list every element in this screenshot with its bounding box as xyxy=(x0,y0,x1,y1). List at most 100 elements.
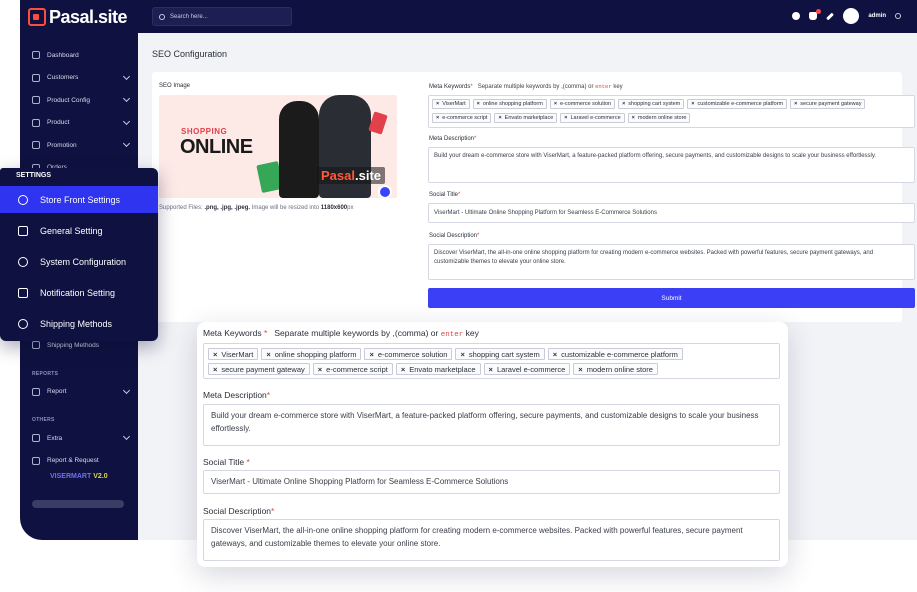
notification-bell-icon[interactable] xyxy=(809,9,822,20)
keyword-tag[interactable]: × e-commerce solution xyxy=(364,348,453,360)
box-icon xyxy=(32,96,40,105)
keyword-tag[interactable]: × online shopping platform xyxy=(261,348,362,360)
keyword-tag[interactable]: × Envato marketplace xyxy=(494,113,558,123)
social-description-label: Social Description* xyxy=(203,506,275,516)
keyword-tag[interactable]: × modern online store xyxy=(627,113,691,123)
users-icon xyxy=(32,73,40,82)
keyword-tag[interactable]: × ViserMart xyxy=(432,99,470,109)
sidebar-item-customers[interactable]: Customers xyxy=(20,67,138,90)
tools-icon xyxy=(18,256,28,267)
meta-keywords-label: Meta Keywords * Separate multiple keywor… xyxy=(203,328,479,339)
remove-tag-icon[interactable]: × xyxy=(460,350,464,359)
sidebar-item-label: Product xyxy=(47,119,70,127)
remove-tag-icon[interactable]: × xyxy=(213,350,217,359)
avatar[interactable] xyxy=(843,8,860,24)
remove-tag-icon[interactable]: × xyxy=(622,101,625,107)
remove-tag-icon[interactable]: × xyxy=(794,101,797,107)
keyword-tag-label: Envato marketplace xyxy=(409,365,476,374)
social-description-textarea[interactable]: Discover ViserMart, the all-in-one onlin… xyxy=(203,519,780,561)
sidebar-item-extra[interactable]: Extra xyxy=(20,427,138,450)
meta-description-textarea[interactable]: Build your dream e-commerce store with V… xyxy=(428,147,915,183)
keyword-tag[interactable]: × customizable e-commerce platform xyxy=(687,99,788,109)
settings-item-label: System Configuration xyxy=(40,256,127,267)
sidebar-item-product-config[interactable]: Product Config xyxy=(20,89,138,112)
remove-tag-icon[interactable]: × xyxy=(213,365,217,374)
keyword-tag[interactable]: × Envato marketplace xyxy=(395,363,481,375)
keyword-tag[interactable]: × customizable e-commerce platform xyxy=(547,348,683,360)
remove-tag-icon[interactable]: × xyxy=(498,115,501,121)
tag-icon xyxy=(32,118,40,127)
keyword-tag[interactable]: × Laravel e-commerce xyxy=(483,363,571,375)
bell-icon xyxy=(18,287,28,298)
meta-keywords-label: Meta Keywords* Separate multiple keyword… xyxy=(429,83,623,90)
submit-button[interactable]: Submit xyxy=(428,288,915,308)
sidebar-item-report[interactable]: Report xyxy=(20,381,138,404)
remove-tag-icon[interactable]: × xyxy=(369,350,373,359)
keyword-tag[interactable]: × shopping cart system xyxy=(455,348,545,360)
remove-tag-icon[interactable]: × xyxy=(436,115,439,121)
sidebar-scrollbar[interactable] xyxy=(32,500,124,508)
remove-tag-icon[interactable]: × xyxy=(578,365,582,374)
sidebar-item-label: Product Config xyxy=(47,96,90,104)
chevron-down-icon xyxy=(122,432,131,441)
social-title-label: Social Title * xyxy=(203,457,250,467)
chevron-down-icon xyxy=(122,386,131,394)
keyword-tag[interactable]: × e-commerce script xyxy=(312,363,393,375)
upload-image-button[interactable] xyxy=(378,185,392,199)
settings-item-notification-setting[interactable]: Notification Setting xyxy=(0,279,158,306)
remove-tag-icon[interactable]: × xyxy=(318,365,322,374)
settings-item-label: Notification Setting xyxy=(40,287,116,298)
remove-tag-icon[interactable]: × xyxy=(554,101,557,107)
keyword-tag-label: Laravel e-commerce xyxy=(570,115,621,121)
remove-tag-icon[interactable]: × xyxy=(401,365,405,374)
person-image xyxy=(279,101,319,198)
meta-keywords-input[interactable]: × ViserMart × online shopping platform × e-co… xyxy=(203,343,780,379)
keyword-tag[interactable]: × secure payment gateway xyxy=(790,99,866,109)
remove-tag-icon[interactable]: × xyxy=(632,115,635,121)
social-title-input[interactable]: ViserMart - Ultimate Online Shopping Pla… xyxy=(203,470,780,494)
sidebar-item-product[interactable]: Product xyxy=(20,112,138,135)
globe-icon[interactable] xyxy=(792,12,801,20)
settings-item-store-front-settings[interactable]: Store Front Settings xyxy=(0,186,158,213)
sidebar-item-report-request[interactable]: Report & Request xyxy=(20,450,138,473)
username[interactable]: admin xyxy=(868,13,886,19)
meta-description-textarea[interactable]: Build your dream e-commerce store with V… xyxy=(203,404,780,446)
seo-image-preview: SHOPPING ONLINE Pasal.site xyxy=(159,95,397,198)
logo[interactable]: Pasal.site xyxy=(28,6,128,28)
remove-tag-icon[interactable]: × xyxy=(489,365,493,374)
store-icon xyxy=(18,194,28,205)
keyword-tag[interactable]: × ViserMart xyxy=(208,348,259,360)
remove-tag-icon[interactable]: × xyxy=(436,101,439,107)
keyword-tag-label: customizable e-commerce platform xyxy=(697,101,784,107)
sidebar-item-promotion[interactable]: Promotion xyxy=(20,134,138,157)
keyword-tag[interactable]: × modern online store xyxy=(573,363,658,375)
keyword-tag[interactable]: × secure payment gateway xyxy=(208,363,310,375)
wrench-icon[interactable] xyxy=(826,12,835,20)
remove-tag-icon[interactable]: × xyxy=(553,350,557,359)
sidebar-item-dashboard[interactable]: Dashboard xyxy=(20,44,138,67)
settings-item-system-configuration[interactable]: System Configuration xyxy=(0,248,158,275)
search-input[interactable]: Search here... xyxy=(152,7,292,26)
keyword-tag-label: e-commerce solution xyxy=(377,350,448,359)
banner-line-2: ONLINE xyxy=(180,136,253,158)
user-menu-chevron-icon[interactable] xyxy=(895,13,901,19)
remove-tag-icon[interactable]: × xyxy=(477,101,480,107)
keyword-tag[interactable]: × online shopping platform xyxy=(472,99,547,109)
keyword-tag[interactable]: × e-commerce solution xyxy=(549,99,616,109)
settings-item-label: Shipping Methods xyxy=(40,318,113,329)
keyword-tag[interactable]: × e-commerce script xyxy=(432,113,492,123)
truck-icon xyxy=(32,341,40,350)
settings-item-general-setting[interactable]: General Setting xyxy=(0,217,158,244)
settings-item-shipping-methods[interactable]: Shipping Methods xyxy=(0,310,158,337)
keyword-tag[interactable]: × Laravel e-commerce xyxy=(560,113,625,123)
keyword-tag[interactable]: × shopping cart system xyxy=(618,99,685,109)
remove-tag-icon[interactable]: × xyxy=(691,101,694,107)
social-description-textarea[interactable]: Discover ViserMart, the all-in-one onlin… xyxy=(428,244,915,280)
sidebar-section-title: REPORTS xyxy=(32,370,59,377)
social-title-input[interactable]: ViserMart - Ultimate Online Shopping Pla… xyxy=(428,203,915,223)
remove-tag-icon[interactable]: × xyxy=(564,115,567,121)
remove-tag-icon[interactable]: × xyxy=(266,350,270,359)
sidebar-item-label: Dashboard xyxy=(47,51,79,59)
meta-keywords-input[interactable]: × ViserMart × online shopping platform × e-co… xyxy=(428,95,915,128)
